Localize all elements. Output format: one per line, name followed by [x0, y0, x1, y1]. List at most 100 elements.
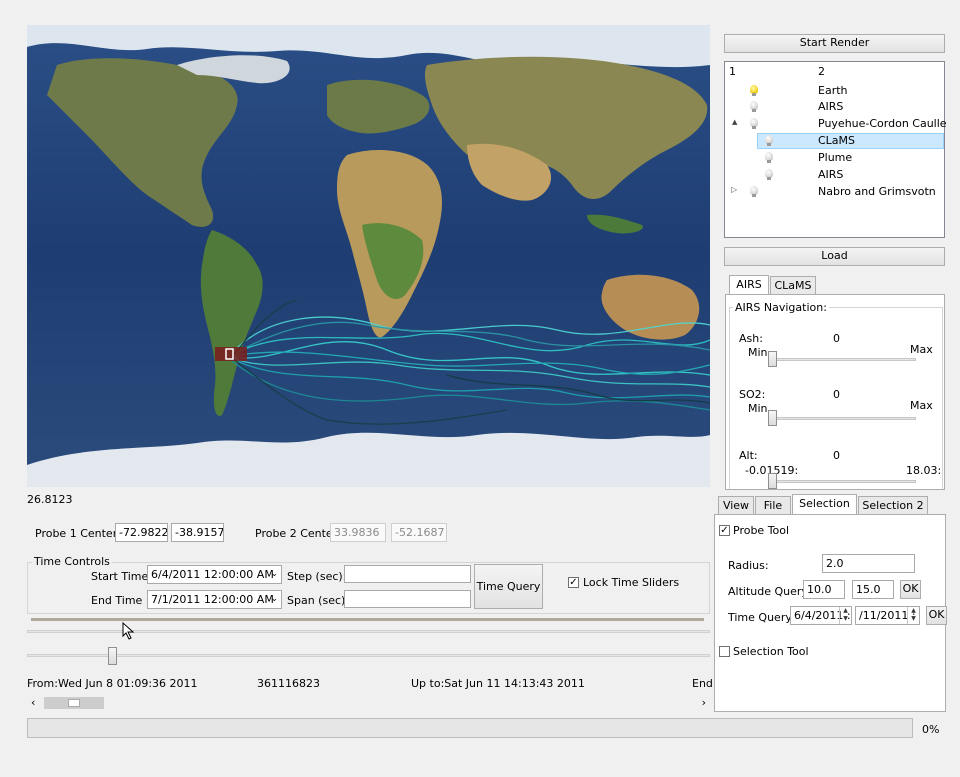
lightbulb-off-icon[interactable]: [750, 186, 758, 197]
tree-item-airs-2[interactable]: AIRS: [725, 167, 944, 183]
so2-max: Max: [910, 399, 933, 412]
airs-panel: AIRS Navigation: Ash: 0 Min Max SO2: 0 M…: [725, 294, 945, 490]
tree-item-clams[interactable]: CLaMS: [725, 133, 944, 149]
ash-label: Ash:: [739, 332, 763, 345]
probe1-x-field[interactable]: -72.9822: [115, 523, 168, 542]
timeline-bar: [31, 618, 704, 621]
start-time-value: 6/4/2011 12:00:00 AM: [151, 568, 274, 581]
start-time-label: Start Time:: [91, 570, 152, 583]
ash-max: Max: [910, 343, 933, 356]
collapse-arrow-icon[interactable]: ▲: [732, 118, 737, 126]
progress-bar: [27, 718, 913, 738]
timeline-mid-value: 361116823: [257, 677, 320, 690]
lightbulb-off-icon[interactable]: [765, 152, 773, 163]
thumb-grip: [68, 699, 80, 707]
tree-item-label: CLaMS: [818, 134, 856, 147]
tree-header-col2: 2: [818, 65, 825, 78]
start-render-button[interactable]: Start Render: [724, 34, 945, 53]
lightbulb-off-icon[interactable]: [750, 118, 758, 129]
lightbulb-off-icon[interactable]: [750, 101, 758, 112]
tab-clams[interactable]: CLaMS: [770, 276, 816, 295]
selection-tool-checkbox[interactable]: [719, 646, 730, 657]
alt-max: 18.03:: [906, 464, 942, 477]
probe-tool-checkbox[interactable]: ✓: [719, 525, 730, 536]
load-button[interactable]: Load: [724, 247, 945, 266]
lightbulb-off-icon[interactable]: [765, 135, 773, 146]
time-query-end[interactable]: /11/2011 : ▲ ▼: [855, 606, 920, 625]
probe1-y-field[interactable]: -38.9157: [171, 523, 224, 542]
layer-tree[interactable]: 1 2 Earth AIRS ▲ Puyehue-Cordon Caulle C…: [724, 61, 947, 238]
timeline-slider-handle[interactable]: [108, 647, 117, 665]
tree-item-nabro[interactable]: ▷ Nabro and Grimsvotn: [725, 184, 944, 200]
airs-navigation-title: AIRS Navigation:: [733, 301, 829, 314]
tree-item-earth[interactable]: Earth: [725, 83, 944, 99]
tree-item-label: AIRS: [818, 168, 844, 181]
altitude-max-input[interactable]: 15.0: [852, 580, 894, 599]
altitude-ok-button[interactable]: OK: [900, 580, 921, 599]
time-query-button[interactable]: Time Query: [474, 564, 543, 609]
altitude-query-label: Altitude Query:: [728, 585, 811, 598]
start-time-select[interactable]: 6/4/2011 12:00:00 AM ⌄: [147, 565, 282, 584]
altitude-min-input[interactable]: 10.0: [803, 580, 845, 599]
tab-selection-2[interactable]: Selection 2: [858, 496, 928, 515]
selection-panel: ✓ Probe Tool Radius: 2.0 Altitude Query:…: [714, 514, 947, 712]
progress-percent: 0%: [922, 723, 940, 736]
time-query-label: Time Query:: [728, 611, 795, 624]
end-time-select[interactable]: 7/1/2011 12:00:00 AM ⌄: [147, 590, 282, 609]
time-ok-button[interactable]: OK: [926, 606, 947, 625]
tree-item-plume[interactable]: Plume: [725, 150, 944, 166]
so2-slider-track[interactable]: [768, 417, 916, 420]
step-label: Step (sec):: [287, 570, 347, 583]
tab-view[interactable]: View: [718, 496, 754, 515]
tree-item-puyehue[interactable]: ▲ Puyehue-Cordon Caulle: [725, 116, 947, 132]
so2-slider-handle[interactable]: [768, 410, 777, 426]
horizontal-scrollbar[interactable]: ‹ ›: [27, 695, 710, 712]
tree-item-airs[interactable]: AIRS: [725, 99, 944, 115]
so2-min: Min: [748, 402, 768, 415]
map-viewport[interactable]: [27, 25, 710, 487]
earth-map: [27, 25, 710, 487]
radius-input[interactable]: 2.0: [822, 554, 915, 573]
span-label: Span (sec):: [287, 594, 350, 607]
ash-slider-handle[interactable]: [768, 351, 777, 367]
alt-slider-track[interactable]: [768, 480, 916, 483]
span-input[interactable]: [344, 590, 471, 608]
lightbulb-off-icon[interactable]: [765, 169, 773, 180]
ash-min: Min: [748, 346, 768, 359]
tab-file[interactable]: File: [755, 496, 791, 515]
tab-airs[interactable]: AIRS: [729, 275, 769, 295]
timeline-end: End: [692, 677, 713, 690]
tree-header-col1: 1: [729, 65, 736, 78]
probe-tool-label: Probe Tool: [733, 524, 790, 537]
lock-time-checkbox[interactable]: ✓: [568, 577, 579, 588]
timeline-upto: Up to:Sat Jun 11 14:13:43 2011: [411, 677, 585, 690]
tab-selection[interactable]: Selection: [792, 494, 857, 515]
alt-label: Alt:: [739, 449, 758, 462]
timeline-track-2[interactable]: [27, 654, 710, 657]
step-input[interactable]: [344, 565, 471, 583]
spin-arrows-icon[interactable]: ▲ ▼: [839, 607, 851, 624]
tree-item-label: Puyehue-Cordon Caulle: [818, 117, 947, 130]
ash-value: 0: [833, 332, 840, 345]
spin-arrows-icon[interactable]: ▲ ▼: [907, 607, 919, 624]
probe2-x-field[interactable]: 33.9836: [330, 523, 386, 542]
end-time-value: 7/1/2011 12:00:00 AM: [151, 593, 274, 606]
scroll-right-icon[interactable]: ›: [702, 696, 706, 709]
chevron-down-icon: ⌄: [270, 569, 278, 579]
tree-item-label: Plume: [818, 151, 853, 164]
so2-value: 0: [833, 388, 840, 401]
lock-time-label: Lock Time Sliders: [583, 576, 680, 589]
probe2-y-field[interactable]: -52.1687: [391, 523, 447, 542]
lightbulb-on-icon[interactable]: [750, 85, 758, 96]
alt-value: 0: [833, 449, 840, 462]
scroll-left-icon[interactable]: ‹: [31, 696, 35, 709]
end-time-label: End Time: [91, 594, 143, 607]
viewport-readout: 26.8123: [27, 493, 73, 506]
tree-item-label: Nabro and Grimsvotn: [818, 185, 936, 198]
scrollbar-thumb[interactable]: [44, 697, 104, 709]
alt-slider-handle[interactable]: [768, 473, 777, 489]
expand-arrow-icon[interactable]: ▷: [731, 185, 737, 194]
probe1-label: Probe 1 Center:: [35, 527, 121, 540]
ash-slider-track[interactable]: [768, 358, 916, 361]
time-query-start[interactable]: 6/4/2011 : ▲ ▼: [790, 606, 852, 625]
